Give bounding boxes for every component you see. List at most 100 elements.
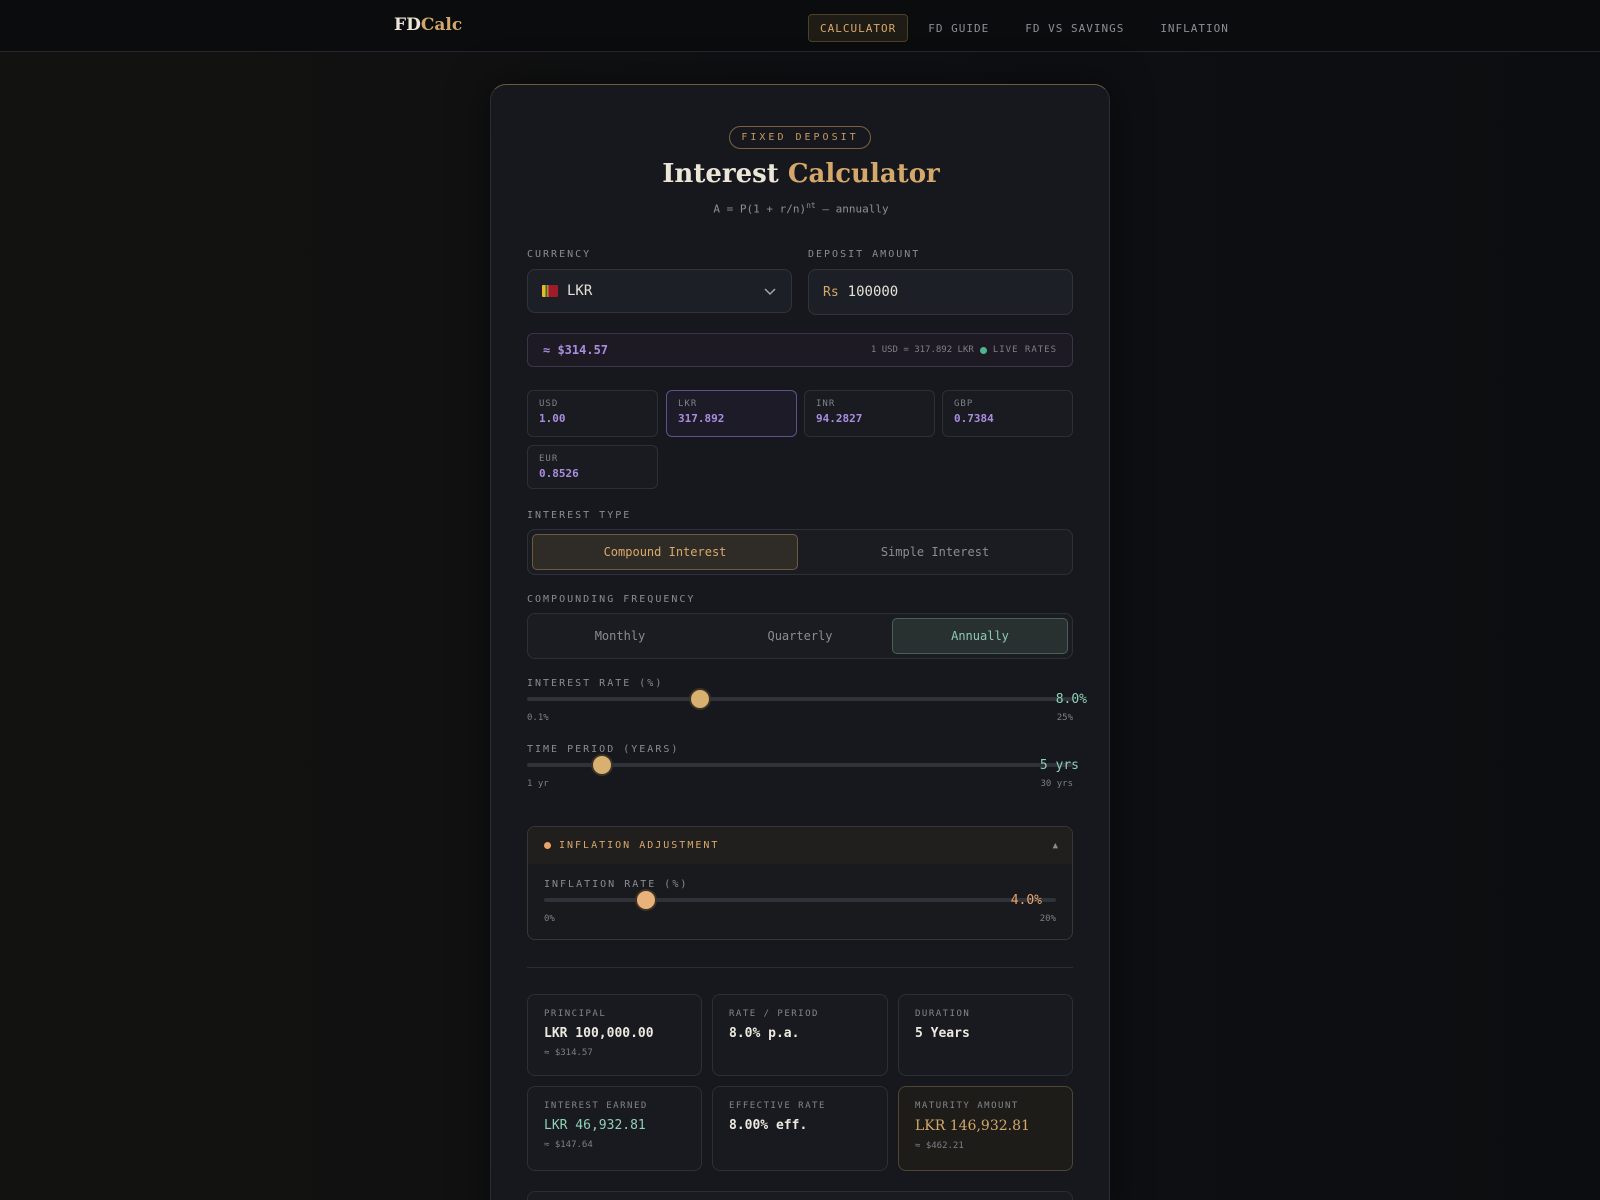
rate-code: GBP	[954, 399, 974, 409]
collapse-caret-icon[interactable]: ▲	[1053, 841, 1058, 851]
rate-tile-eur[interactable]: EUR 0.8526	[527, 445, 658, 489]
result-value: LKR 46,932.81	[544, 1118, 646, 1133]
result-sub: ≈ $147.64	[544, 1140, 593, 1150]
simple-interest-option[interactable]: Simple Interest	[802, 534, 1068, 570]
calculator-card: FIXED DEPOSIT Interest Calculator A = P(…	[490, 84, 1110, 1200]
inflation-rate-max: 20%	[1039, 914, 1056, 924]
result-value: 8.00% eff.	[729, 1118, 808, 1133]
currency-select[interactable]: LKR	[527, 269, 792, 313]
fixed-deposit-badge: FIXED DEPOSIT	[729, 126, 871, 149]
interest-rate-thumb[interactable]	[691, 690, 710, 708]
result-interest-earned: INTEREST EARNED LKR 46,932.81 ≈ $147.64	[527, 1086, 702, 1171]
rate-value: 94.2827	[816, 412, 863, 425]
currency-label: CURRENCY	[527, 249, 592, 260]
result-effective-rate: EFFECTIVE RATE 8.00% eff.	[712, 1086, 888, 1171]
section-divider	[527, 967, 1073, 968]
formula: A = P(1 + r/n)nt — annually	[491, 201, 1111, 216]
frequency-annually[interactable]: Annually	[892, 618, 1068, 654]
nav-inflation[interactable]: INFLATION	[1148, 14, 1241, 42]
deposit-value: 100000	[847, 284, 899, 300]
result-sub: ≈ $462.21	[915, 1141, 964, 1151]
inflation-title: INFLATION ADJUSTMENT	[559, 840, 720, 851]
rate-code: EUR	[539, 454, 559, 464]
result-label: INTEREST EARNED	[544, 1101, 648, 1111]
rate-code: INR	[816, 399, 836, 409]
rate-value: 0.7384	[954, 412, 994, 425]
currency-value: LKR	[567, 283, 593, 299]
result-label: DURATION	[915, 1009, 971, 1019]
interest-type-label: INTEREST TYPE	[527, 510, 632, 521]
result-principal: PRINCIPAL LKR 100,000.00 ≈ $314.57	[527, 994, 702, 1076]
exchange-rate-text: 1 USD = 317.892 LKR	[870, 345, 974, 355]
frequency-monthly[interactable]: Monthly	[532, 618, 708, 654]
rate-tile-gbp[interactable]: GBP 0.7384	[942, 390, 1073, 437]
inflation-rate-thumb[interactable]	[637, 891, 656, 909]
rate-tile-inr[interactable]: INR 94.2827	[804, 390, 935, 437]
logo[interactable]: FDCalc	[394, 15, 462, 35]
interest-rate-value: 8.0%	[1055, 692, 1087, 707]
compound-interest-option[interactable]: Compound Interest	[532, 534, 798, 570]
interest-rate-slider[interactable]	[527, 697, 1073, 701]
formula-main: A = P(1 + r/n)	[713, 202, 807, 216]
rate-code: USD	[539, 399, 559, 409]
inflation-toggle-header[interactable]: INFLATION ADJUSTMENT ▲	[528, 827, 1072, 864]
sri-lanka-flag-icon	[542, 285, 558, 297]
time-period-max: 30 yrs	[1040, 779, 1073, 789]
next-section	[527, 1191, 1073, 1200]
result-value: 8.0% p.a.	[729, 1026, 800, 1041]
live-rates-label: LIVE RATES	[992, 345, 1057, 355]
time-period-value: 5 yrs	[1039, 758, 1079, 773]
time-period-thumb[interactable]	[593, 756, 612, 774]
top-nav: FDCalc CALCULATOR FD GUIDE FD VS SAVINGS…	[0, 0, 1600, 52]
inflation-rate-value: 4.0%	[1010, 893, 1042, 908]
time-period-label: TIME PERIOD (YEARS)	[527, 744, 680, 755]
interest-type-toggle: Compound Interest Simple Interest	[527, 529, 1073, 575]
result-duration: DURATION 5 Years	[898, 994, 1073, 1076]
frequency-toggle: Monthly Quarterly Annually	[527, 613, 1073, 659]
interest-rate-max: 25%	[1056, 713, 1073, 723]
inflation-dot-icon	[544, 842, 551, 849]
result-label: MATURITY AMOUNT	[915, 1101, 1019, 1111]
frequency-quarterly[interactable]: Quarterly	[712, 618, 888, 654]
logo-accent-text: Calc	[420, 15, 463, 35]
formula-exponent: nt	[806, 201, 816, 210]
inflation-panel: INFLATION ADJUSTMENT ▲ INFLATION RATE (%…	[527, 826, 1073, 940]
result-value: 5 Years	[915, 1026, 970, 1041]
result-maturity-amount: MATURITY AMOUNT LKR 146,932.81 ≈ $462.21	[898, 1086, 1073, 1171]
inflation-rate-slider[interactable]	[544, 898, 1056, 902]
deposit-amount-input[interactable]: Rs 100000	[808, 269, 1073, 315]
nav-fd-guide[interactable]: FD GUIDE	[916, 14, 1001, 42]
rate-code: LKR	[678, 399, 698, 409]
exchange-rate: 1 USD = 317.892 LKR LIVE RATES	[871, 345, 1057, 355]
result-sub: ≈ $314.57	[544, 1048, 593, 1058]
frequency-label: COMPOUNDING FREQUENCY	[527, 594, 696, 605]
time-period-min: 1 yr	[527, 779, 549, 789]
usd-approx: ≈ $314.57	[543, 343, 609, 357]
rate-tile-lkr[interactable]: LKR 317.892	[666, 390, 797, 437]
rate-value: 317.892	[678, 412, 725, 425]
result-value: LKR 100,000.00	[544, 1026, 654, 1041]
interest-rate-label: INTEREST RATE (%)	[527, 678, 664, 689]
chevron-down-icon	[764, 288, 776, 296]
page-title: Interest Calculator	[491, 159, 1111, 189]
interest-rate-min: 0.1%	[527, 713, 549, 723]
result-rate: RATE / PERIOD 8.0% p.a.	[712, 994, 888, 1076]
deposit-label: DEPOSIT AMOUNT	[808, 249, 921, 260]
rate-tile-usd[interactable]: USD 1.00	[527, 390, 658, 437]
conversion-bar: ≈ $314.57 1 USD = 317.892 LKR LIVE RATES	[527, 333, 1073, 367]
result-label: EFFECTIVE RATE	[729, 1101, 826, 1111]
title-accent: Calculator	[787, 159, 940, 189]
inflation-rate-min: 0%	[544, 914, 555, 924]
result-label: RATE / PERIOD	[729, 1009, 819, 1019]
inflation-rate-label: INFLATION RATE (%)	[544, 879, 689, 890]
logo-text: FD	[394, 15, 421, 35]
currency-symbol: Rs	[823, 284, 839, 300]
formula-suffix: — annually	[815, 202, 889, 216]
nav-links: CALCULATOR FD GUIDE FD VS SAVINGS INFLAT…	[808, 14, 1241, 42]
title-text: Interest	[662, 159, 788, 189]
nav-fd-vs-savings[interactable]: FD VS SAVINGS	[1013, 14, 1136, 42]
rate-value: 1.00	[539, 412, 566, 425]
live-indicator-icon	[979, 346, 987, 354]
result-label: PRINCIPAL	[544, 1009, 607, 1019]
nav-calculator[interactable]: CALCULATOR	[808, 14, 909, 42]
